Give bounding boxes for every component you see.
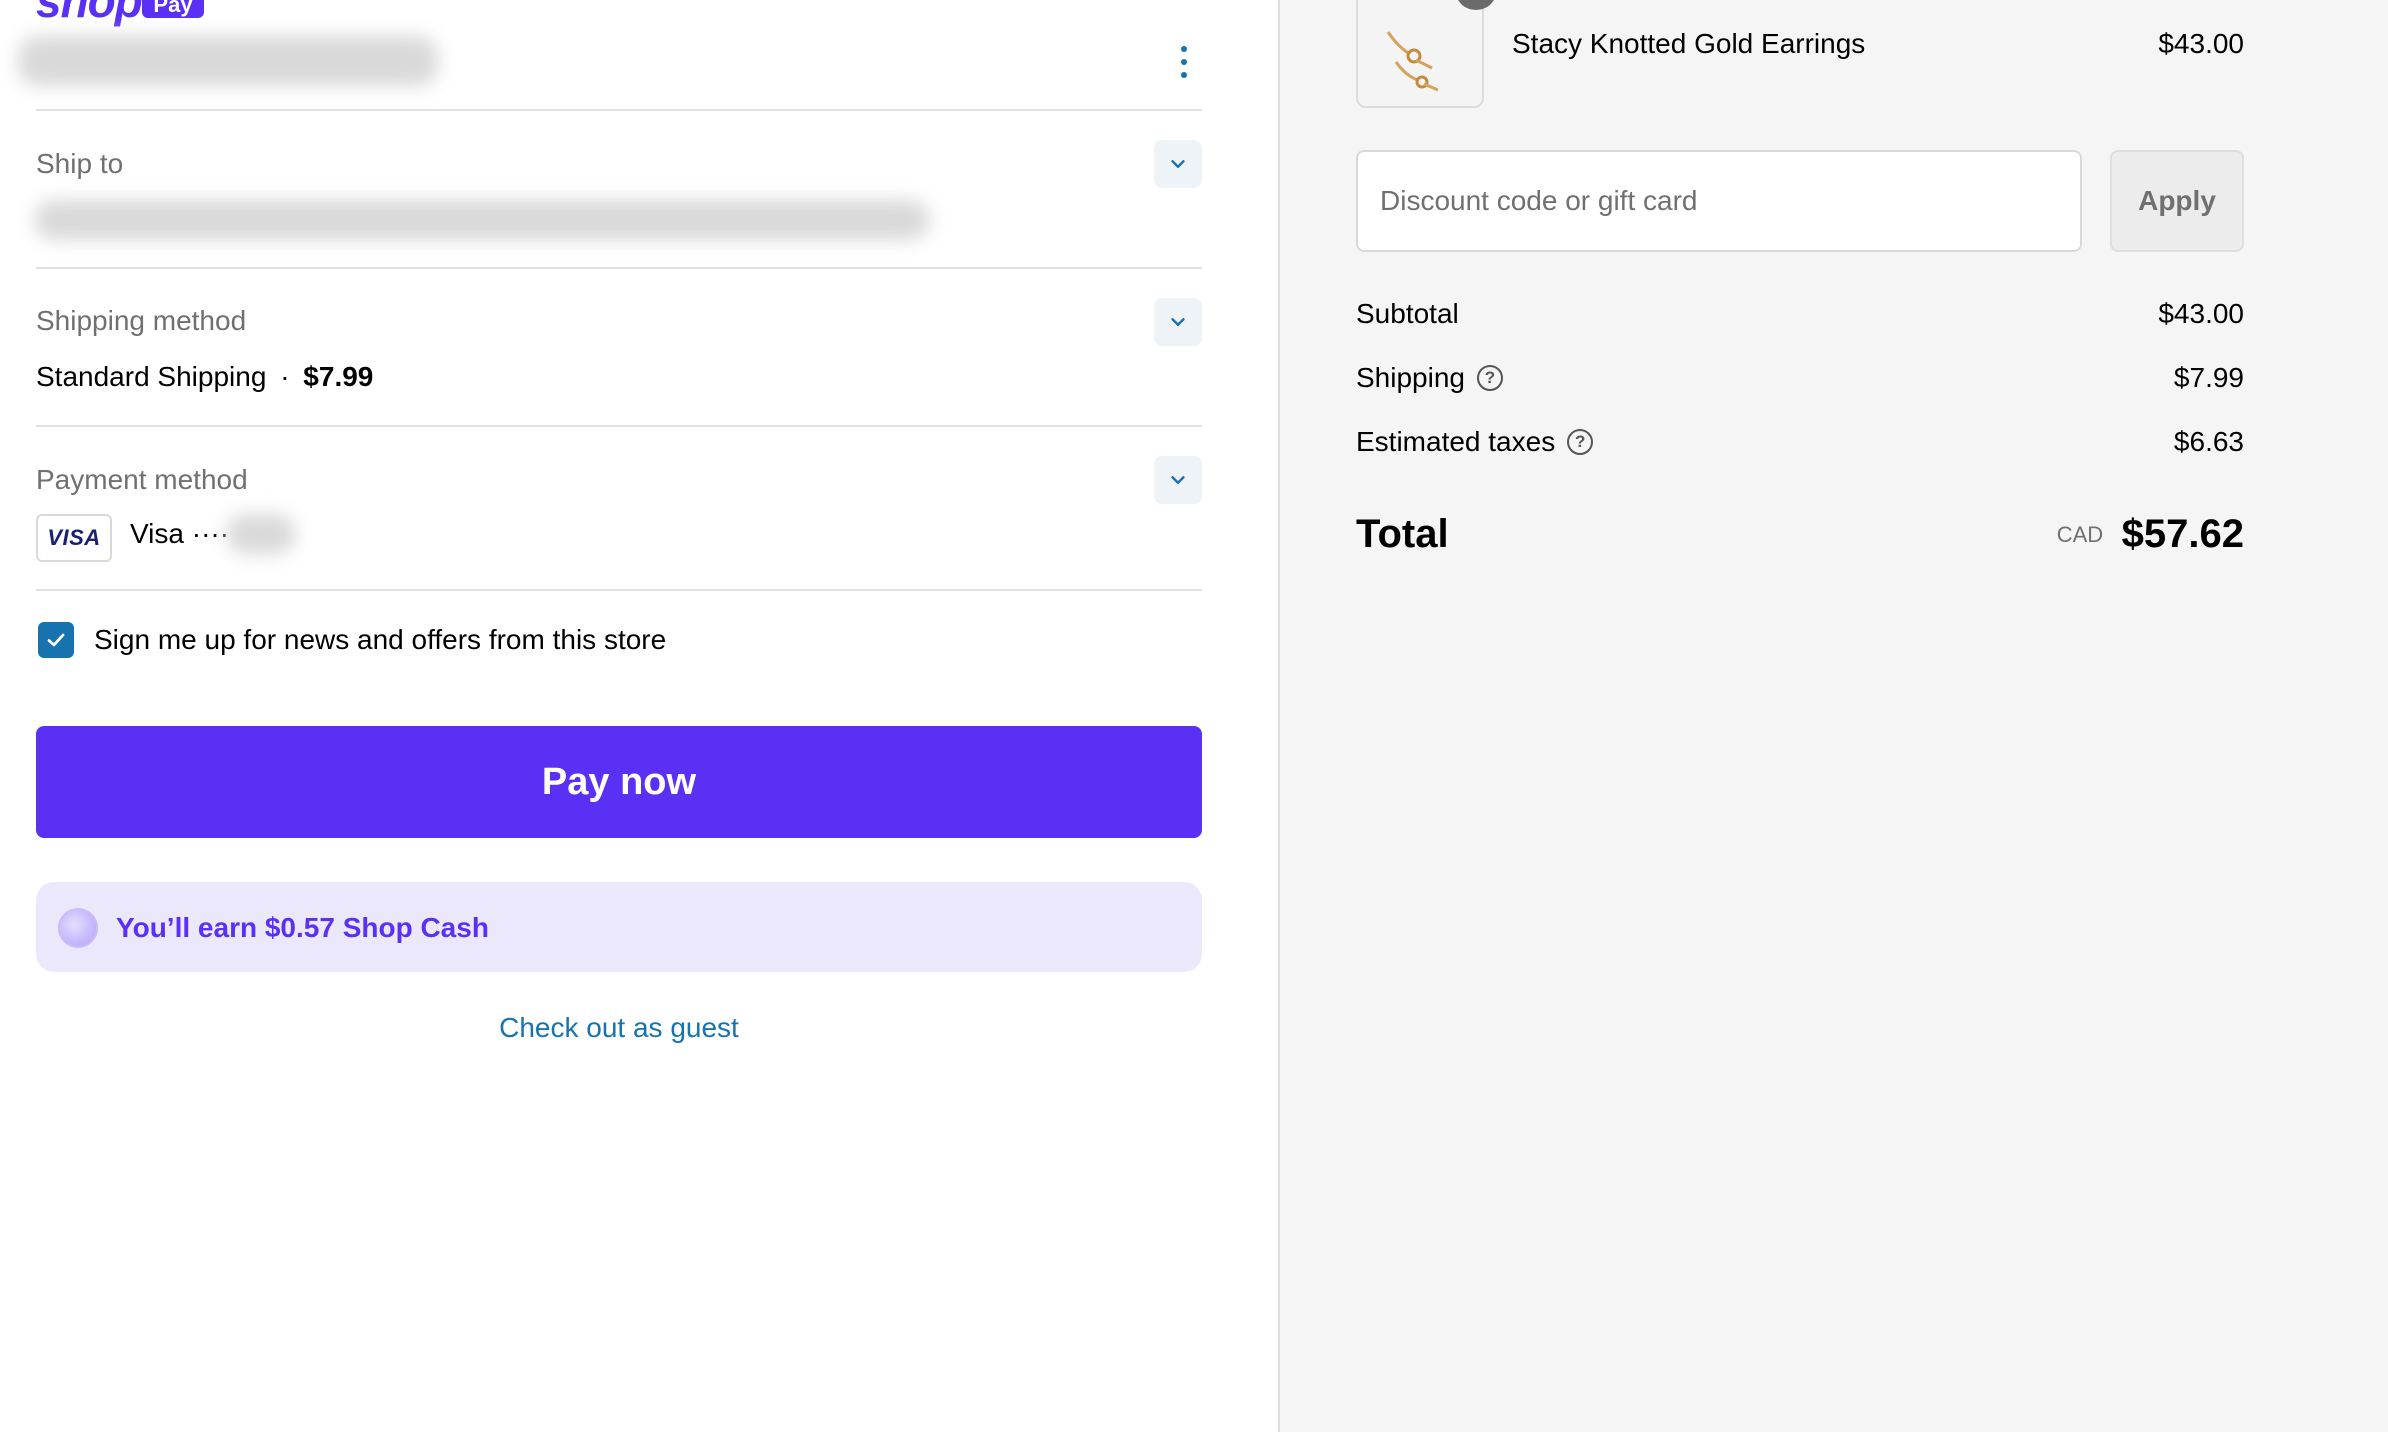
newsletter-label[interactable]: Sign me up for news and offers from this… bbox=[94, 624, 666, 656]
check-out-as-guest-link: Check out as guest bbox=[36, 1012, 1202, 1044]
shipping-method-label: Shipping method bbox=[36, 305, 247, 336]
divider bbox=[36, 589, 1202, 591]
shop-cash-text: You’ll earn $0.57 Shop Cash bbox=[116, 912, 489, 943]
taxes-label: Estimated taxes bbox=[1356, 426, 1556, 457]
subtotal-row: Subtotal bbox=[1356, 298, 1459, 330]
divider bbox=[36, 425, 1202, 427]
shipping-method-chevron-down-icon[interactable] bbox=[1154, 298, 1202, 346]
account-menu-icon[interactable] bbox=[1168, 42, 1200, 82]
shipping-row: Shipping ? bbox=[1356, 362, 1503, 394]
apply-discount-button[interactable]: Apply bbox=[2110, 150, 2244, 252]
shipping-help-icon[interactable]: ? bbox=[1476, 365, 1503, 391]
payment-card-text: Visa ···· bbox=[130, 518, 230, 549]
payment-method-chevron-down-icon[interactable] bbox=[1154, 456, 1202, 504]
earrings-image bbox=[1358, 0, 1482, 106]
card-last-digits-redacted bbox=[226, 514, 296, 554]
total-label: Total bbox=[1356, 512, 1449, 556]
divider bbox=[36, 267, 1202, 269]
shipping-method-separator: · bbox=[280, 361, 290, 392]
visa-card-icon: VISA bbox=[36, 514, 112, 562]
product-name: Stacy Knotted Gold Earrings bbox=[1512, 28, 1866, 59]
ship-to-chevron-down-icon[interactable] bbox=[1154, 140, 1202, 188]
total-amount: CAD $57.62 bbox=[1900, 512, 2244, 557]
divider bbox=[36, 109, 1202, 111]
shop-pay-badge: Pay bbox=[142, 0, 204, 18]
payment-method-label: Payment method bbox=[36, 464, 248, 495]
checkout-page: shop Pay Ship to Shipping method Standar… bbox=[0, 0, 2388, 1432]
total-currency: CAD bbox=[2056, 521, 2104, 547]
check-out-as-guest-label[interactable]: Check out as guest bbox=[499, 1012, 739, 1043]
shipping-value: $7.99 bbox=[2173, 362, 2244, 393]
ship-to-address-redacted bbox=[34, 200, 930, 240]
taxes-value: $6.63 bbox=[2173, 426, 2244, 457]
shop-cash-icon bbox=[58, 908, 98, 948]
discount-code-input[interactable] bbox=[1356, 150, 2082, 252]
product-price: $43.00 bbox=[2158, 28, 2244, 59]
taxes-help-icon[interactable]: ? bbox=[1567, 429, 1594, 455]
total-value: $57.62 bbox=[2121, 512, 2244, 556]
shipping-method-price: $7.99 bbox=[303, 361, 374, 392]
newsletter-checkbox[interactable] bbox=[38, 622, 74, 658]
subtotal-label: Subtotal bbox=[1356, 298, 1459, 329]
subtotal-value: $43.00 bbox=[2158, 298, 2244, 329]
product-thumbnail bbox=[1356, 0, 1484, 108]
pay-now-button[interactable]: Pay now bbox=[36, 726, 1202, 838]
account-email-redacted bbox=[18, 36, 438, 86]
shop-logo: shop bbox=[36, 0, 143, 27]
ship-to-label: Ship to bbox=[36, 148, 124, 179]
shipping-label: Shipping bbox=[1356, 362, 1465, 393]
shipping-method-name: Standard Shipping bbox=[36, 361, 267, 392]
checkout-form-column: shop Pay Ship to Shipping method Standar… bbox=[0, 0, 1278, 1432]
shipping-method-value: Standard Shipping · $7.99 bbox=[36, 361, 373, 393]
taxes-row: Estimated taxes ? bbox=[1356, 426, 1594, 458]
